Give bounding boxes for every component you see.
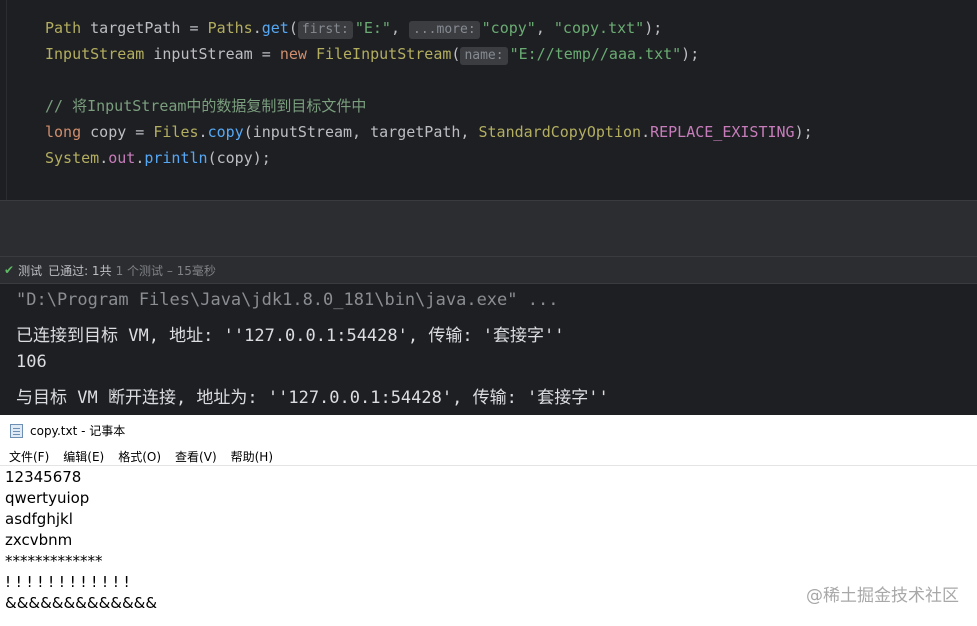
code-line-4[interactable]: long copy = Files.copy(inputStream, targ… <box>45 122 813 142</box>
code-token: out <box>108 149 136 167</box>
code-token: println <box>144 149 208 167</box>
code-token: "copy.txt" <box>553 19 645 37</box>
text-line: qwertyuiop <box>5 489 90 507</box>
code-token: new <box>279 45 307 63</box>
code-token: , <box>535 19 554 37</box>
console-line: "D:\Program Files\Java\jdk1.8.0_181\bin\… <box>16 290 559 310</box>
parameter-hint: first: <box>297 21 353 39</box>
notepad-menu-bar: 文件(F) 编辑(E) 格式(O) 查看(V) 帮助(H) <box>9 448 287 465</box>
code-token: ); <box>644 19 663 37</box>
code-token: get <box>261 19 289 37</box>
menu-format[interactable]: 格式(O) <box>118 448 161 465</box>
notepad-title: copy.txt - 记事本 <box>30 424 126 438</box>
code-token: ( <box>288 19 298 37</box>
code-token: "E:" <box>354 19 391 37</box>
text-line: 12345678 <box>5 468 82 486</box>
text-line: asdfghjkl <box>5 510 73 528</box>
code-token: ); <box>681 45 700 63</box>
code-token: Files <box>153 123 199 141</box>
test-status-bar: ✔ 测试 已通过: 1共 1 个测试 – 15毫秒 <box>0 256 977 284</box>
menu-help[interactable]: 帮助(H) <box>231 448 273 465</box>
code-token: (copy); <box>207 149 271 167</box>
text-line: zxcvbnm <box>5 531 73 549</box>
code-line-5[interactable]: System.out.println(copy); <box>45 148 271 168</box>
code-token: inputStream = <box>144 45 280 63</box>
code-editor[interactable]: Path targetPath = Paths.get(first: "E:", … <box>0 0 977 200</box>
text-line: ! ! ! ! ! ! ! ! ! ! ! ! <box>5 573 130 591</box>
code-token: long <box>45 123 82 141</box>
menu-file[interactable]: 文件(F) <box>9 448 49 465</box>
parameter-hint: name: <box>460 47 508 65</box>
code-line-2[interactable]: InputStream inputStream = new FileInputS… <box>45 44 699 65</box>
test-detail: 1 个测试 – 15毫秒 <box>115 263 216 278</box>
code-token: "copy" <box>481 19 536 37</box>
menu-view[interactable]: 查看(V) <box>175 448 217 465</box>
code-token: . <box>252 19 262 37</box>
run-toolbar-area <box>0 229 977 256</box>
console-output[interactable]: "D:\Program Files\Java\jdk1.8.0_181\bin\… <box>0 284 977 415</box>
text-line: ************* <box>5 552 103 570</box>
watermark: @稀土掘金技术社区 <box>806 586 959 606</box>
menu-divider <box>0 465 977 466</box>
code-token: . <box>641 123 651 141</box>
code-token: . <box>99 149 109 167</box>
test-passed-label: 已通过: 1共 <box>48 263 112 278</box>
console-line: 已连接到目标 VM, 地址: ''127.0.0.1:54428', 传输: '… <box>16 326 565 346</box>
code-token: copy = <box>81 123 154 141</box>
panel-splitter[interactable] <box>0 200 977 229</box>
code-token: REPLACE_EXISTING <box>650 123 795 141</box>
code-token: targetPath = <box>81 19 208 37</box>
code-token: System <box>45 149 100 167</box>
code-line-comment[interactable]: // 将InputStream中的数据复制到目标文件中 <box>45 96 366 116</box>
code-token: Paths <box>207 19 253 37</box>
test-label: 测试 <box>18 263 43 278</box>
code-token: (inputStream, targetPath, <box>243 123 479 141</box>
text-line: &&&&&&&&&&&&& <box>5 594 158 612</box>
console-line: 与目标 VM 断开连接, 地址为: ''127.0.0.1:54428', 传输… <box>16 388 609 408</box>
code-token: copy <box>207 123 244 141</box>
code-token: StandardCopyOption <box>478 123 642 141</box>
code-token: Path <box>45 19 82 37</box>
code-token: . <box>135 149 145 167</box>
parameter-hint: ...more: <box>409 21 480 39</box>
code-token: . <box>198 123 208 141</box>
code-token: ); <box>794 123 813 141</box>
code-token: , <box>390 19 410 37</box>
editor-gutter <box>6 0 7 200</box>
code-token: InputStream <box>45 45 145 63</box>
check-icon: ✔ <box>4 263 15 277</box>
code-line-1[interactable]: Path targetPath = Paths.get(first: "E:", … <box>45 18 662 39</box>
code-token: ( <box>451 45 461 63</box>
code-token: "E://temp//aaa.txt" <box>509 45 682 63</box>
menu-edit[interactable]: 编辑(E) <box>63 448 104 465</box>
notepad-icon <box>10 423 23 438</box>
notepad-title-bar: copy.txt - 记事本 <box>10 422 125 439</box>
console-line: 106 <box>16 352 47 372</box>
code-token: FileInputStream <box>315 45 452 63</box>
